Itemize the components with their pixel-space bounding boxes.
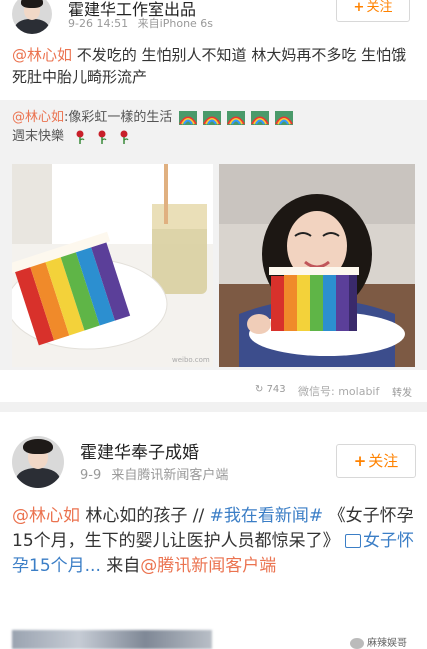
author-avatar[interactable] — [12, 436, 64, 488]
repost-button[interactable]: 转发 — [392, 384, 412, 399]
rainbow-emoji-icon — [226, 110, 245, 125]
rainbow-emoji-icon — [178, 110, 197, 125]
cake-photo[interactable]: weibo.com — [12, 164, 213, 367]
source-mention-link[interactable]: @腾讯新闻客户端 — [140, 556, 276, 576]
post-divider — [0, 402, 427, 412]
post-text: @林心如 不发吃的 生怕别人不知道 林大妈再不多吃 生怕饿死肚中胎儿畸形流产 — [12, 46, 407, 86]
rainbow-emoji-icon — [275, 110, 294, 125]
plus-icon: + — [353, 0, 365, 15]
rose-emoji-icon — [76, 130, 85, 144]
follow-button[interactable]: + 关注 — [336, 444, 416, 478]
cake-photo-image: weibo.com — [12, 164, 213, 367]
repost-mention-link[interactable]: @林心如 — [12, 110, 64, 125]
post-source: 来自腾讯新闻客户端 — [111, 468, 229, 483]
repost-card[interactable]: @林心如:像彩虹一樣的生活 週末快樂 weibo.com — [0, 100, 427, 370]
woman-cake-photo-image — [219, 164, 415, 367]
author-name[interactable]: 霍建华奉子成婚 — [80, 438, 199, 463]
post-time: 9-9 — [80, 468, 102, 483]
plus-icon: + — [353, 452, 367, 470]
mention-link[interactable]: @林心如 — [12, 506, 80, 526]
post-1-toolbar: ↻ 743 微信号: molabif 转发 — [0, 378, 427, 402]
author-avatar[interactable] — [12, 0, 52, 34]
repost-count[interactable]: ↻ 743 — [255, 384, 286, 395]
rainbow-emoji-icon — [250, 110, 269, 125]
post-meta: 9-9 来自腾讯新闻客户端 — [80, 464, 228, 483]
post-text: @林心如 林心如的孩子 // #我在看新闻# 《女子怀孕15个月，生下的婴儿让医… — [12, 506, 415, 576]
topic-link[interactable]: #我在看新闻# — [210, 506, 324, 526]
wechat-overlay-text: 微信号: molabif — [298, 385, 380, 398]
follow-button[interactable]: + 关注 — [336, 0, 410, 22]
post-meta: 9-26 14:51 来自iPhone 6s — [68, 15, 213, 31]
rainbow-emoji-icon — [202, 110, 221, 125]
rose-emoji-icon — [120, 130, 129, 144]
post-source: 来自iPhone 6s — [137, 17, 214, 30]
rose-emoji-icon — [98, 130, 107, 144]
news-link-icon — [345, 534, 362, 548]
repost-text: @林心如:像彩虹一樣的生活 週末快樂 — [12, 108, 412, 146]
blurred-image — [12, 630, 212, 649]
watermark: 麻辣娱哥 — [350, 634, 407, 649]
post-time: 9-26 14:51 — [68, 17, 129, 30]
mention-link[interactable]: @林心如 — [12, 46, 72, 64]
post-1: 霍建华工作室出品 9-26 14:51 来自iPhone 6s + 关注 @林心如… — [0, 0, 427, 380]
woman-cake-photo[interactable] — [219, 164, 415, 367]
svg-text:weibo.com: weibo.com — [172, 356, 210, 364]
wechat-icon — [350, 637, 364, 649]
repost-text-line2: 週末快樂 — [12, 129, 65, 144]
post-2: 霍建华奉子成婚 9-9 来自腾讯新闻客户端 + 关注 @林心如 林心如的孩子 //… — [0, 412, 427, 649]
